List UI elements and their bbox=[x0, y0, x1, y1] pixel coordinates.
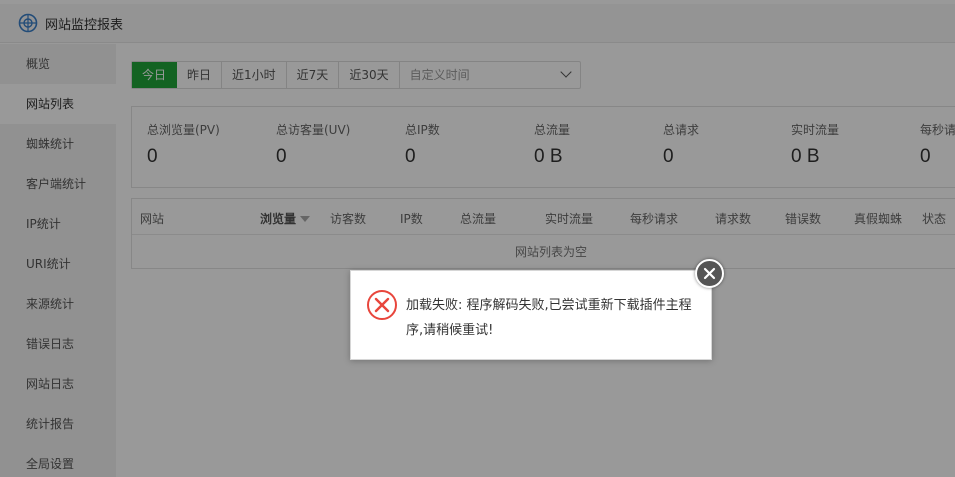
close-icon bbox=[703, 267, 716, 280]
error-circle-icon bbox=[367, 290, 397, 320]
dialog-close-button[interactable] bbox=[695, 259, 724, 288]
modal-overlay[interactable] bbox=[0, 0, 955, 477]
error-message: 加载失败: 程序解码失败,已尝试重新下载插件主程序,请稍候重试! bbox=[406, 298, 692, 338]
error-dialog: 加载失败: 程序解码失败,已尝试重新下载插件主程序,请稍候重试! bbox=[350, 270, 712, 360]
